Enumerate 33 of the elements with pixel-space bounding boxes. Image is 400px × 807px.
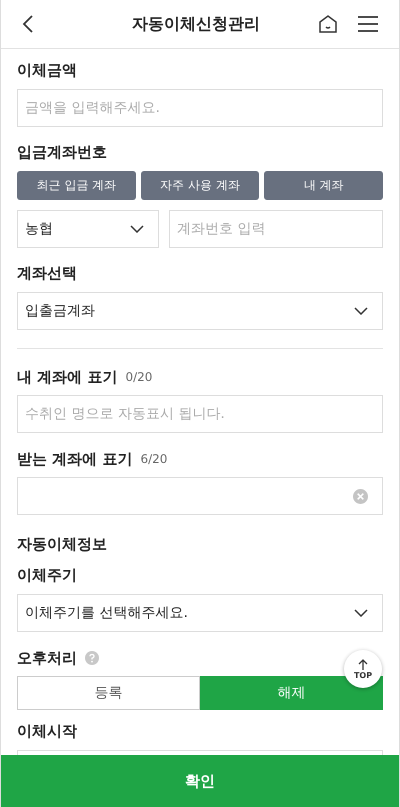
memo-field[interactable]: 수취인 명으로 자동표시 됩니다. xyxy=(17,395,383,433)
page-title: 자동이체신청관리 xyxy=(131,14,261,34)
menu-icon[interactable] xyxy=(357,15,379,33)
account-tab[interactable]: 최근 입금 계좌 xyxy=(17,171,136,200)
field-label: 이체주기 xyxy=(17,566,78,586)
clear-icon[interactable] xyxy=(353,488,368,504)
bank-select[interactable]: 농협 xyxy=(17,210,159,248)
field-label: 내 계좌에 표기 xyxy=(17,368,118,386)
field-label: 이체금액 xyxy=(17,61,78,81)
field-label: 계좌선택 xyxy=(17,264,78,284)
character-count: 6/20 xyxy=(140,452,168,466)
chevron-icon xyxy=(354,307,368,315)
chevron-icon xyxy=(130,225,144,233)
field-label: 받는 계좌에 표기 xyxy=(17,450,132,468)
arrow-up-icon xyxy=(358,658,368,670)
memo-field[interactable] xyxy=(17,477,383,515)
account-tab[interactable]: 내 계좌 xyxy=(264,171,384,200)
account-select[interactable]: 입출금계좌 xyxy=(17,292,383,330)
amount-field[interactable]: 금액을 입력해주세요. xyxy=(17,89,383,127)
character-count: 0/20 xyxy=(125,370,152,384)
chevron-icon xyxy=(354,609,368,617)
account-tab[interactable]: 자주 사용 계좌 xyxy=(140,171,260,200)
back-icon[interactable] xyxy=(21,14,35,34)
field-label: 입금계좌번호 xyxy=(17,143,108,163)
home-icon[interactable] xyxy=(317,13,339,35)
section-title: 자동이체정보 xyxy=(17,535,108,554)
account-number-field[interactable]: 계좌번호 입력 xyxy=(169,210,383,248)
field-label: 이체시작 xyxy=(17,722,78,742)
help-icon[interactable] xyxy=(85,651,99,665)
field-label: 오후처리 xyxy=(17,648,77,668)
cycle-select[interactable]: 이체주기를 선택해주세요. xyxy=(17,594,383,632)
scroll-top-button[interactable]: TOP xyxy=(344,650,382,688)
toggle-option[interactable]: 등록 xyxy=(17,676,200,710)
